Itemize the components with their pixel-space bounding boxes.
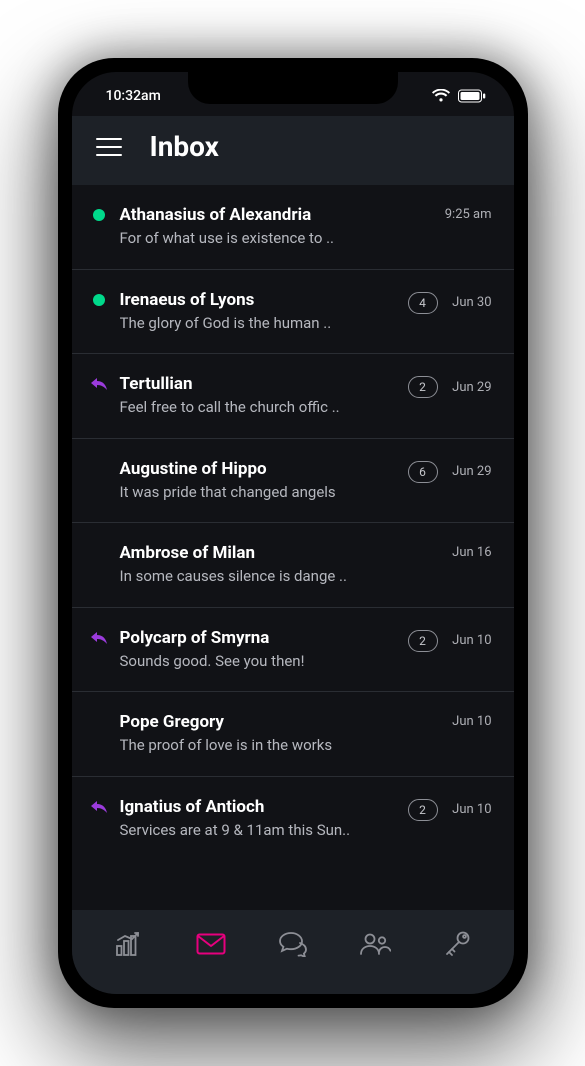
message-row[interactable]: Ambrose of MilanIn some causes silence i… xyxy=(72,523,514,608)
message-time: Jun 30 xyxy=(448,295,492,310)
message-sender: Pope Gregory xyxy=(120,712,436,733)
message-time: Jun 10 xyxy=(448,802,492,817)
message-preview: For of what use is existence to .. xyxy=(120,228,433,248)
message-list: Athanasius of AlexandriaFor of what use … xyxy=(72,185,514,910)
message-sender: Polycarp of Smyrna xyxy=(120,628,396,649)
chat-icon xyxy=(278,931,308,957)
message-row[interactable]: Augustine of HippoIt was pride that chan… xyxy=(72,439,514,524)
indicator-empty xyxy=(90,543,108,547)
wifi-icon xyxy=(432,89,450,103)
message-meta: 9:25 am xyxy=(445,205,492,222)
message-sender: Augustine of Hippo xyxy=(120,459,396,480)
unread-dot-icon xyxy=(90,290,108,306)
message-row[interactable]: TertullianFeel free to call the church o… xyxy=(72,354,514,439)
message-content: Ambrose of MilanIn some causes silence i… xyxy=(120,543,436,587)
message-meta: 2 Jun 10 xyxy=(408,628,492,652)
screen: 10:32am Inbox Athanasius of Alex xyxy=(72,72,514,994)
status-time: 10:32am xyxy=(106,88,161,104)
mail-icon xyxy=(196,933,226,955)
message-content: Pope GregoryThe proof of love is in the … xyxy=(120,712,436,756)
message-meta: 6 Jun 29 xyxy=(408,459,492,483)
message-row[interactable]: Athanasius of AlexandriaFor of what use … xyxy=(72,185,514,270)
chat-nav-button[interactable] xyxy=(269,920,317,968)
message-preview: Feel free to call the church offic .. xyxy=(120,397,396,417)
message-meta: 2 Jun 10 xyxy=(408,797,492,821)
reply-icon xyxy=(90,797,108,815)
stats-nav-button[interactable] xyxy=(105,920,153,968)
message-content: Polycarp of SmyrnaSounds good. See you t… xyxy=(120,628,396,672)
people-nav-button[interactable] xyxy=(351,920,399,968)
mail-nav-button[interactable] xyxy=(187,920,235,968)
home-indicator-area xyxy=(72,978,514,994)
bottom-nav xyxy=(72,910,514,978)
message-content: Ignatius of AntiochServices are at 9 & 1… xyxy=(120,797,396,841)
key-icon xyxy=(443,930,471,958)
message-sender: Ignatius of Antioch xyxy=(120,797,396,818)
message-meta: Jun 16 xyxy=(448,543,492,560)
message-row[interactable]: Irenaeus of LyonsThe glory of God is the… xyxy=(72,270,514,355)
thread-count-badge: 4 xyxy=(408,292,438,314)
message-time: 9:25 am xyxy=(445,207,492,222)
indicator-empty xyxy=(90,459,108,463)
message-sender: Athanasius of Alexandria xyxy=(120,205,433,226)
thread-count-badge: 2 xyxy=(408,630,438,652)
people-icon xyxy=(359,932,391,956)
message-sender: Ambrose of Milan xyxy=(120,543,436,564)
reply-icon xyxy=(90,628,108,646)
message-content: TertullianFeel free to call the church o… xyxy=(120,374,396,418)
message-preview: The proof of love is in the works xyxy=(120,735,436,755)
message-time: Jun 29 xyxy=(448,464,492,479)
battery-icon xyxy=(458,89,486,103)
message-time: Jun 16 xyxy=(448,545,492,560)
notch xyxy=(188,72,398,104)
page-title: Inbox xyxy=(150,130,219,163)
message-row[interactable]: Polycarp of SmyrnaSounds good. See you t… xyxy=(72,608,514,693)
message-meta: 4 Jun 30 xyxy=(408,290,492,314)
message-content: Athanasius of AlexandriaFor of what use … xyxy=(120,205,433,249)
thread-count-badge: 2 xyxy=(408,376,438,398)
message-content: Augustine of HippoIt was pride that chan… xyxy=(120,459,396,503)
message-sender: Irenaeus of Lyons xyxy=(120,290,396,311)
menu-button[interactable] xyxy=(96,138,122,156)
reply-icon xyxy=(90,374,108,392)
message-preview: Services are at 9 & 11am this Sun.. xyxy=(120,820,396,840)
phone-frame: 10:32am Inbox Athanasius of Alex xyxy=(58,58,528,1008)
unread-dot-icon xyxy=(90,205,108,221)
thread-count-badge: 2 xyxy=(408,799,438,821)
indicator-empty xyxy=(90,712,108,716)
message-time: Jun 10 xyxy=(448,633,492,648)
message-row[interactable]: Pope GregoryThe proof of love is in the … xyxy=(72,692,514,777)
message-sender: Tertullian xyxy=(120,374,396,395)
message-preview: Sounds good. See you then! xyxy=(120,651,396,671)
key-nav-button[interactable] xyxy=(433,920,481,968)
message-preview: In some causes silence is dange .. xyxy=(120,566,436,586)
message-preview: It was pride that changed angels xyxy=(120,482,396,502)
message-row[interactable]: Ignatius of AntiochServices are at 9 & 1… xyxy=(72,777,514,861)
message-time: Jun 10 xyxy=(448,714,492,729)
stats-icon xyxy=(115,931,143,957)
message-content: Irenaeus of LyonsThe glory of God is the… xyxy=(120,290,396,334)
message-meta: 2 Jun 29 xyxy=(408,374,492,398)
app-bar: Inbox xyxy=(72,116,514,185)
thread-count-badge: 6 xyxy=(408,461,438,483)
message-time: Jun 29 xyxy=(448,380,492,395)
message-preview: The glory of God is the human .. xyxy=(120,313,396,333)
message-meta: Jun 10 xyxy=(448,712,492,729)
